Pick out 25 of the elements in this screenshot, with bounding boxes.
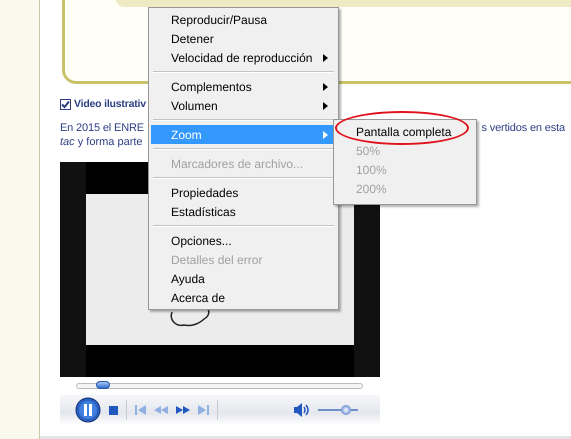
menu-item[interactable]: Opciones... — [151, 231, 336, 250]
menu-item[interactable]: Ayuda — [151, 269, 336, 288]
video-heading: Video ilustrativ — [74, 98, 146, 110]
speaker-icon[interactable] — [294, 403, 310, 417]
menu-item[interactable]: Volumen — [151, 96, 336, 115]
menu-item[interactable]: Complementos — [151, 77, 336, 96]
menu-item[interactable]: Reproducir/Pausa — [151, 10, 336, 29]
volume-thumb[interactable] — [341, 405, 351, 415]
seek-bar[interactable] — [76, 383, 363, 389]
rewind-button[interactable] — [154, 406, 168, 414]
menu-item[interactable]: Propiedades — [151, 183, 336, 202]
paragraph-text: s vertidos en esta — [481, 122, 565, 134]
previous-button[interactable] — [135, 405, 146, 415]
menu-item[interactable]: Estadísticas — [151, 202, 336, 221]
pause-button[interactable] — [75, 397, 101, 423]
checkbox-icon — [60, 98, 71, 110]
seek-thumb[interactable] — [96, 381, 110, 389]
paragraph-text: tac y forma parte — [60, 136, 143, 148]
menu-item[interactable]: Velocidad de reproducción — [151, 48, 336, 67]
next-button[interactable] — [198, 405, 209, 415]
menu-item[interactable]: Detener — [151, 29, 336, 48]
fast-forward-button[interactable] — [176, 406, 190, 414]
stop-button[interactable] — [109, 406, 118, 414]
menu-item[interactable]: Acerca de — [151, 288, 336, 307]
paragraph-text: En 2015 el ENRE — [60, 122, 144, 134]
